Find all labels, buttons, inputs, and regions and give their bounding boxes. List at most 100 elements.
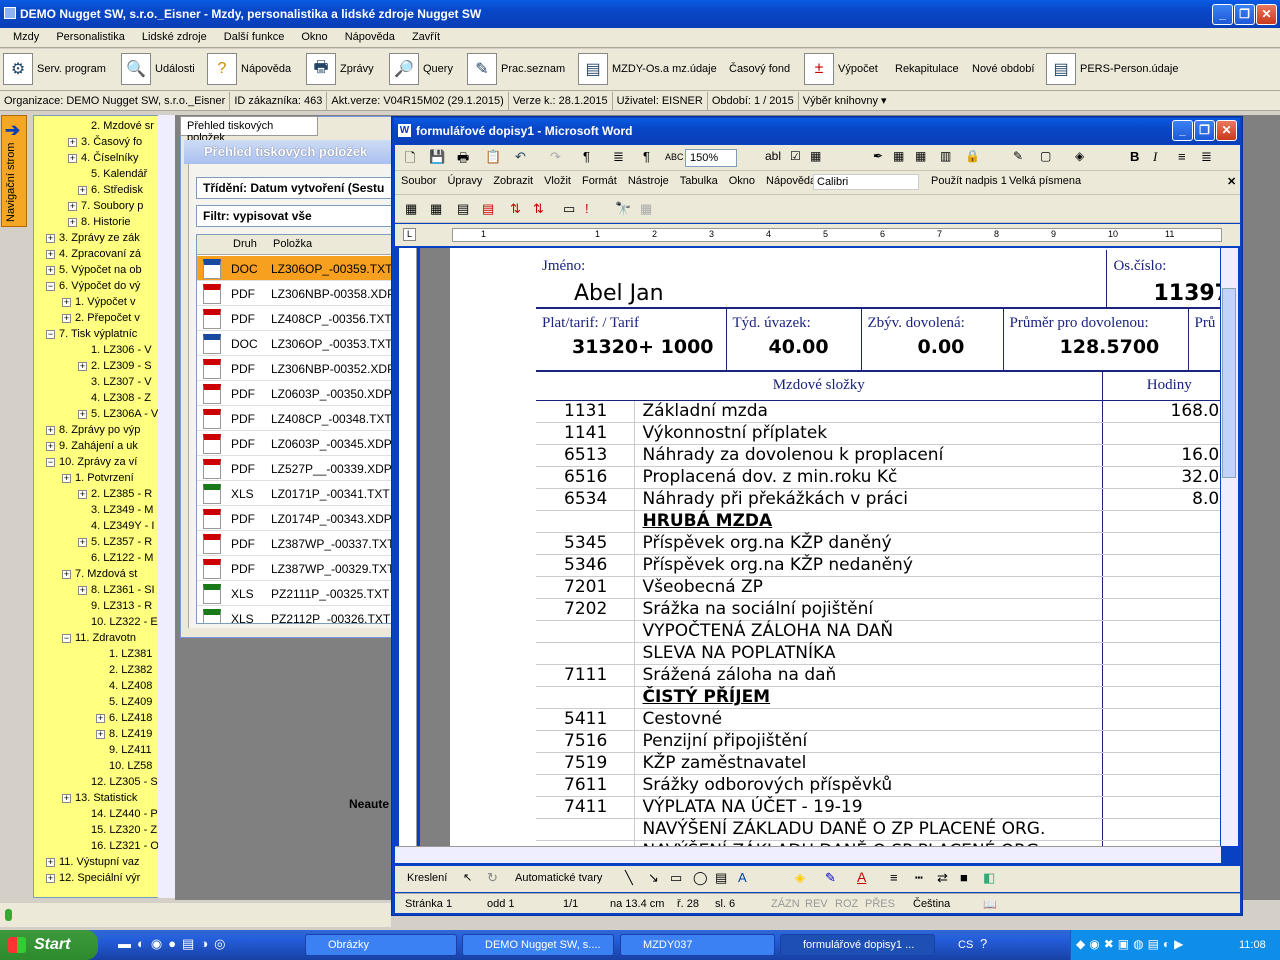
tree-item[interactable]: +9. Zahájení a uk — [46, 438, 138, 454]
tree-item[interactable]: +1. Výpočet v — [62, 294, 136, 310]
expand-icon[interactable]: + — [96, 713, 105, 723]
shadow-icon[interactable]: ■ — [960, 870, 968, 885]
tree-item[interactable]: −10. Zprávy za ví — [46, 454, 137, 470]
grid-row[interactable]: DOC LZ306OP_-00359.TXT — [197, 256, 395, 281]
expand-icon[interactable]: + — [78, 409, 87, 419]
word-close-button[interactable]: ✕ — [1216, 120, 1237, 141]
napoveda-button[interactable]: ? Nápověda — [207, 51, 291, 87]
vertical-ruler[interactable] — [399, 248, 417, 848]
pilcrow-icon[interactable]: ¶ — [583, 149, 590, 164]
menu-lidske-zdroje[interactable]: Lidské zdroje — [135, 28, 214, 43]
tree-item[interactable]: +9. LZ411 — [96, 742, 152, 758]
check-errors-icon[interactable]: ! — [585, 201, 589, 216]
tree-item[interactable]: +14. LZ440 - P — [78, 806, 158, 822]
tree-item[interactable]: +12. Speciální výr — [46, 870, 140, 886]
spelling-icon[interactable]: ABC — [665, 152, 684, 162]
table-icon[interactable]: ▦ — [893, 149, 904, 163]
expand-icon[interactable]: + — [62, 313, 71, 323]
task-mzdy037[interactable]: MZDY037 — [620, 934, 775, 956]
status-rev[interactable]: REV — [805, 898, 828, 910]
word-horizontal-scrollbar[interactable] — [395, 846, 1221, 863]
grid-row[interactable]: PDF LZ306NBP-00358.XDP — [197, 281, 395, 306]
task-demo-nugget[interactable]: DEMO Nugget SW, s.... — [462, 934, 614, 956]
expand-icon[interactable]: + — [78, 537, 87, 547]
text-icon[interactable]: abl — [765, 149, 781, 163]
tree-item[interactable]: +5. LZ306A - V — [78, 406, 158, 422]
tree-item[interactable]: +3. LZ307 - V — [78, 374, 152, 390]
tree-item[interactable]: +1. LZ306 - V — [78, 342, 152, 358]
casovy-fond-button[interactable]: Časový fond — [729, 51, 790, 87]
word-menu-format[interactable]: Formát — [576, 171, 622, 187]
heading1-button[interactable]: Použít nadpis 1 — [925, 171, 1012, 187]
expand-icon[interactable]: + — [46, 873, 55, 883]
expand-icon[interactable]: + — [62, 473, 71, 483]
expand-icon[interactable]: + — [78, 489, 87, 499]
expand-icon[interactable]: + — [68, 217, 77, 227]
serv-program-button[interactable]: ⚙ Serv. program — [3, 51, 106, 87]
data-source-icon[interactable]: ▦ — [430, 201, 442, 217]
help-tray-icon[interactable]: ? — [980, 936, 987, 951]
zoom-dropdown[interactable]: 150% — [685, 149, 737, 167]
undo-icon[interactable]: ↶ — [515, 149, 526, 165]
tree-item[interactable]: +11. Výstupní vaz — [46, 854, 140, 870]
fill-color-icon[interactable]: ◈ — [795, 870, 805, 886]
menu-personalistika[interactable]: Personalistika — [49, 28, 131, 43]
close-button[interactable]: ✕ — [1256, 4, 1277, 25]
grid-row[interactable]: XLS LZ0171P_-00341.TXT — [197, 481, 395, 506]
expand-icon[interactable]: + — [68, 201, 77, 211]
tree-item[interactable]: +9. LZ313 - R — [78, 598, 152, 614]
list-icon[interactable]: ≣ — [613, 149, 624, 165]
expand-icon[interactable]: + — [68, 137, 77, 147]
tree-item[interactable]: −7. Tisk výplatníc — [46, 326, 137, 342]
tree-item[interactable]: +15. LZ320 - Z — [78, 822, 157, 838]
insert-table-icon[interactable]: ▦ — [915, 149, 926, 163]
menu-dalsi-funkce[interactable]: Další funkce — [217, 28, 292, 43]
rekapitulace-button[interactable]: Rekapitulace — [895, 51, 959, 87]
pers-button[interactable]: ▤ PERS-Person.údaje — [1046, 51, 1178, 87]
print-icon[interactable]: 🖶 — [457, 149, 469, 171]
line-icon[interactable]: ╲ — [625, 870, 633, 886]
3d-icon[interactable]: ◧ — [983, 870, 995, 886]
word-maximize-button[interactable]: ❐ — [1194, 120, 1215, 141]
tree-item[interactable]: +5. Kalendář — [78, 166, 147, 182]
tree-item[interactable]: +16. LZ321 - O — [78, 838, 159, 854]
new-doc-icon[interactable]: 🗋 — [405, 149, 415, 171]
expand-icon[interactable]: + — [78, 585, 87, 595]
expand-icon[interactable]: + — [62, 569, 71, 579]
word-vertical-scrollbar[interactable] — [1221, 248, 1238, 846]
tab-selector-icon[interactable]: L — [403, 228, 416, 241]
tree-item[interactable]: −11. Zdravotn — [62, 630, 136, 646]
autoshapes-menu[interactable]: Automatické tvary — [515, 872, 602, 884]
collapse-icon[interactable]: − — [46, 457, 55, 467]
form-field-icon[interactable]: ▦ — [810, 149, 821, 163]
rotate-icon[interactable]: ↻ — [487, 870, 498, 886]
word-menu-tabulka[interactable]: Tabulka — [674, 171, 723, 187]
tree-item[interactable]: +4. Zpracovaní zá — [46, 246, 141, 262]
tree-item[interactable]: +2. LZ309 - S — [78, 358, 152, 374]
tree-item[interactable]: +1. LZ381 — [96, 646, 152, 662]
print-overview-tab[interactable]: Přehled tiskových položek — [180, 116, 318, 144]
fill-icon[interactable]: ◈ — [1075, 149, 1084, 163]
tree-item[interactable]: +2. Mzdové sr — [78, 118, 154, 134]
grid-row[interactable]: PDF LZ306NBP-00352.XDP — [197, 356, 395, 381]
tree-item[interactable]: +6. LZ122 - M — [78, 550, 153, 566]
tree-item[interactable]: +4. LZ308 - Z — [78, 390, 151, 406]
navigation-tree[interactable]: +2. Mzdové sr+3. Časový fo+4. Číselníky+… — [33, 115, 175, 898]
font-color-icon[interactable]: A — [857, 869, 866, 885]
tree-item[interactable]: +5. Výpočet na ob — [46, 262, 142, 278]
borders-icon[interactable]: ▢ — [1040, 149, 1051, 163]
drawing-menu[interactable]: Kreslení — [407, 872, 447, 884]
expand-icon[interactable]: + — [68, 153, 77, 163]
expand-icon[interactable]: + — [46, 233, 55, 243]
word-title-bar[interactable]: W formulářové dopisy1 - Microsoft Word _… — [394, 118, 1240, 144]
filter-field[interactable]: Filtr: vypisovat vše — [196, 205, 396, 227]
document-area[interactable]: Jméno: Abel Jan Os.číslo: 11397 Plat/tar… — [420, 248, 1220, 846]
word-menu-zobrazit[interactable]: Zobrazit — [487, 171, 538, 187]
task-word[interactable]: formulářové dopisy1 ... — [780, 934, 935, 956]
line-style-icon[interactable]: ≡ — [890, 870, 898, 885]
scroll-thumb[interactable] — [1222, 288, 1236, 478]
maximize-button[interactable]: ❐ — [1234, 4, 1255, 25]
pen-icon[interactable]: ✒ — [873, 149, 883, 163]
grid-row[interactable]: PDF LZ408CP_-00348.TXT — [197, 406, 395, 431]
expand-icon[interactable]: + — [78, 185, 87, 195]
